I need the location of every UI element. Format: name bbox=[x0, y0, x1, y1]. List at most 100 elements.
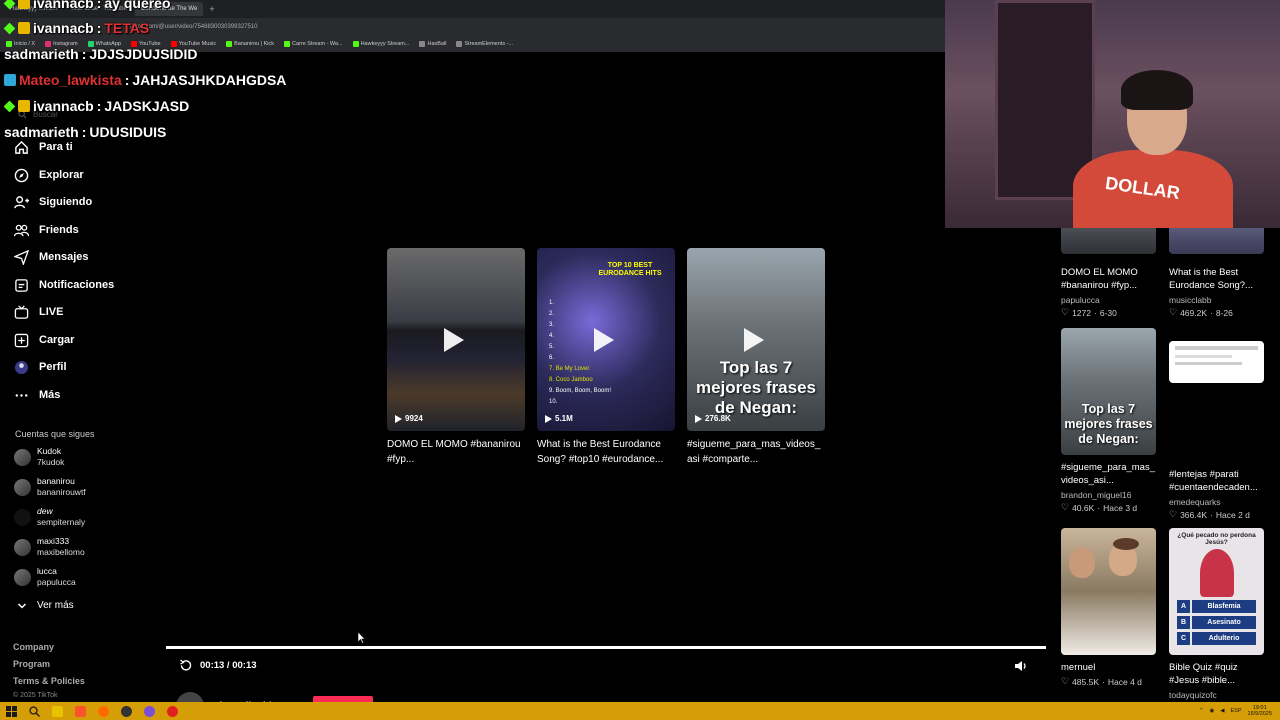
nav-cargar[interactable]: Cargar bbox=[14, 331, 74, 349]
related-video-thumbnail[interactable] bbox=[1061, 528, 1156, 655]
related-video-user: emedequarks bbox=[1169, 497, 1221, 507]
nav-siguiendo[interactable]: Siguiendo bbox=[14, 193, 92, 211]
thumbnail-text: TOP 10 BEST EURODANCE HITS bbox=[598, 262, 662, 277]
video-thumbnail-partial[interactable] bbox=[1169, 228, 1264, 254]
send-icon bbox=[14, 249, 29, 265]
speaker-icon[interactable]: ◀ bbox=[1220, 708, 1224, 714]
related-video[interactable]: #lentejas #parati #cuentaendecaden... em… bbox=[1169, 341, 1264, 520]
replay-icon[interactable] bbox=[180, 659, 192, 671]
footer-link-program[interactable]: Program bbox=[13, 659, 50, 669]
related-video-user: todayquizofc bbox=[1169, 690, 1217, 700]
following-account[interactable]: lucca papulucca bbox=[14, 566, 76, 588]
nav-mensajes[interactable]: Mensajes bbox=[14, 248, 89, 266]
view-count: 5.1M bbox=[545, 414, 573, 423]
clock[interactable]: 19:01 16/9/2025 bbox=[1248, 705, 1272, 717]
video-progress-fill bbox=[166, 646, 1046, 649]
related-video[interactable]: mernuel ♡ 485.5K · Hace 4 d bbox=[1061, 528, 1156, 687]
related-video[interactable]: ¿Qué pecado no perdona Jesús? A Blasfemia… bbox=[1169, 528, 1264, 700]
nav-notificaciones[interactable]: Notificaciones bbox=[14, 276, 114, 294]
video-card[interactable]: 9924 DOMO EL MOMO #bananirou #fyp... bbox=[387, 248, 525, 467]
new-tab-button[interactable]: + bbox=[205, 4, 218, 14]
related-video[interactable]: What is the Best Eurodance Song?... musi… bbox=[1169, 260, 1264, 318]
system-tray: ⌃ ◉ ◀ ESP 19:01 16/9/2025 bbox=[1199, 705, 1272, 717]
chevron-up-icon[interactable]: ⌃ bbox=[1199, 708, 1204, 714]
following-account[interactable]: bananirou bananirouwtf bbox=[14, 476, 86, 498]
video-thumbnail[interactable]: 9924 bbox=[387, 248, 525, 431]
nav-para-ti[interactable]: Para ti bbox=[14, 138, 73, 156]
thumbnail-text: Top las 7 mejores frases de Negan: bbox=[1064, 402, 1153, 446]
brave-browser-icon[interactable] bbox=[75, 705, 86, 717]
following-account[interactable]: dew sempiternaly bbox=[14, 506, 85, 528]
video-card[interactable]: TOP 10 BEST EURODANCE HITS 1. 2. 3. 4. 5… bbox=[537, 248, 675, 467]
quiz-question: ¿Qué pecado no perdona Jesús? bbox=[1177, 532, 1256, 546]
nav-perfil[interactable]: Perfil bbox=[14, 358, 67, 376]
related-video-user: brandon_miguel16 bbox=[1061, 490, 1132, 500]
footer-link-terms[interactable]: Terms & Policies bbox=[13, 676, 85, 686]
related-video-title: mernuel bbox=[1061, 662, 1096, 673]
see-more-button[interactable]: Ver más bbox=[17, 600, 74, 611]
avatar bbox=[14, 478, 31, 496]
file-explorer-icon[interactable] bbox=[52, 705, 63, 717]
search-icon[interactable] bbox=[29, 705, 40, 717]
windows-start-icon[interactable] bbox=[6, 705, 17, 717]
related-video-user: papulucca bbox=[1061, 295, 1100, 305]
video-thumbnail[interactable]: Top las 7 mejores frases de Negan: 276.8… bbox=[687, 248, 825, 431]
bookmark-item[interactable]: Carre Stream - Wa... bbox=[284, 41, 343, 47]
record-app-icon[interactable] bbox=[167, 705, 178, 717]
quiz-figure bbox=[1199, 549, 1234, 597]
wifi-icon[interactable]: ◉ bbox=[1209, 708, 1214, 714]
related-video-stats: ♡ 40.6K · Hace 3 d bbox=[1061, 502, 1138, 513]
bookmark-item[interactable]: Bananirou | Kick bbox=[226, 41, 274, 47]
chevron-down-icon bbox=[17, 602, 27, 609]
nav-explorar[interactable]: Explorar bbox=[14, 166, 84, 184]
related-video-stats: ♡ 1272 · 6-30 bbox=[1061, 307, 1117, 318]
upload-plus-icon bbox=[14, 333, 29, 347]
bookmark-item[interactable]: Hawkeyyy Stream... bbox=[352, 41, 409, 47]
related-video[interactable]: DOMO EL MOMO #bananirou #fyp... papulucc… bbox=[1061, 260, 1156, 318]
video-progress-bar[interactable] bbox=[166, 646, 1046, 649]
play-small-icon bbox=[395, 414, 402, 423]
nav-friends[interactable]: Friends bbox=[14, 221, 79, 239]
related-video-title: #lentejas #parati #cuentaendecaden... bbox=[1169, 469, 1258, 493]
app-icon[interactable] bbox=[144, 705, 155, 717]
related-video-title: What is the Best Eurodance Song?... bbox=[1169, 267, 1253, 291]
webcam-feed: DOLLAR bbox=[945, 0, 1280, 228]
volume-icon[interactable] bbox=[1014, 659, 1028, 677]
obs-icon[interactable] bbox=[121, 705, 132, 717]
footer-link-company[interactable]: Company bbox=[13, 642, 54, 652]
heart-icon: ♡ bbox=[1169, 509, 1178, 519]
following-account[interactable]: Kudok 7kudok bbox=[14, 446, 64, 468]
following-account[interactable]: maxi333 maxibellomo bbox=[14, 536, 85, 558]
chat-message: ivannacb : ay quereo bbox=[3, 0, 171, 11]
related-video-thumbnail[interactable]: ¿Qué pecado no perdona Jesús? A Blasfemia… bbox=[1169, 528, 1264, 655]
related-video-user: musicclabb bbox=[1169, 295, 1212, 305]
view-count: 276.8K bbox=[695, 414, 731, 423]
related-video-stats: ♡ 366.4K · Hace 2 d bbox=[1169, 509, 1250, 520]
home-icon bbox=[15, 140, 28, 154]
chat-message: Mateo_lawkista : JAHJASJHKDAHGDSA bbox=[4, 72, 286, 88]
related-video-stats: ♡ 469.2K · 8-26 bbox=[1169, 307, 1233, 318]
thumbnail-list: 1. 2. 3. 4. 5. 6. 7. Be My Lover 8. Coco… bbox=[549, 300, 612, 405]
chat-message: ivannacb : TETAS bbox=[3, 20, 149, 36]
firefox-icon[interactable] bbox=[98, 705, 109, 717]
video-caption[interactable]: DOMO EL MOMO #bananirou #fyp... bbox=[387, 437, 525, 467]
copyright: © 2025 TikTok bbox=[13, 692, 58, 699]
friends-icon bbox=[14, 224, 29, 236]
video-card[interactable]: Top las 7 mejores frases de Negan: 276.8… bbox=[687, 248, 825, 467]
webcam-person-hair bbox=[1121, 70, 1193, 110]
os-taskbar: ⌃ ◉ ◀ ESP 19:01 16/9/2025 bbox=[0, 702, 1280, 720]
video-caption[interactable]: What is the Best Eurodance Song? #top10 … bbox=[537, 437, 675, 467]
chat-message: ivannacb : JADSKJASD bbox=[3, 98, 189, 114]
video-caption[interactable]: #sigueme_para_mas_videos_ asi #comparte.… bbox=[687, 437, 825, 467]
related-video-thumbnail[interactable]: Top las 7 mejores frases de Negan: bbox=[1061, 328, 1156, 455]
language-indicator[interactable]: ESP bbox=[1231, 708, 1242, 714]
video-thumbnail[interactable]: TOP 10 BEST EURODANCE HITS 1. 2. 3. 4. 5… bbox=[537, 248, 675, 431]
video-thumbnail-partial[interactable] bbox=[1061, 228, 1156, 254]
related-video-thumbnail[interactable] bbox=[1169, 341, 1264, 383]
play-small-icon bbox=[695, 414, 702, 423]
related-video[interactable]: Top las 7 mejores frases de Negan: #sigu… bbox=[1061, 328, 1156, 513]
nav-mas[interactable]: Más bbox=[14, 386, 60, 404]
nav-live[interactable]: LIVE bbox=[14, 303, 63, 321]
bookmark-item[interactable]: HaxBall bbox=[419, 41, 446, 47]
bookmark-item[interactable]: StreamElements -... bbox=[456, 41, 513, 47]
